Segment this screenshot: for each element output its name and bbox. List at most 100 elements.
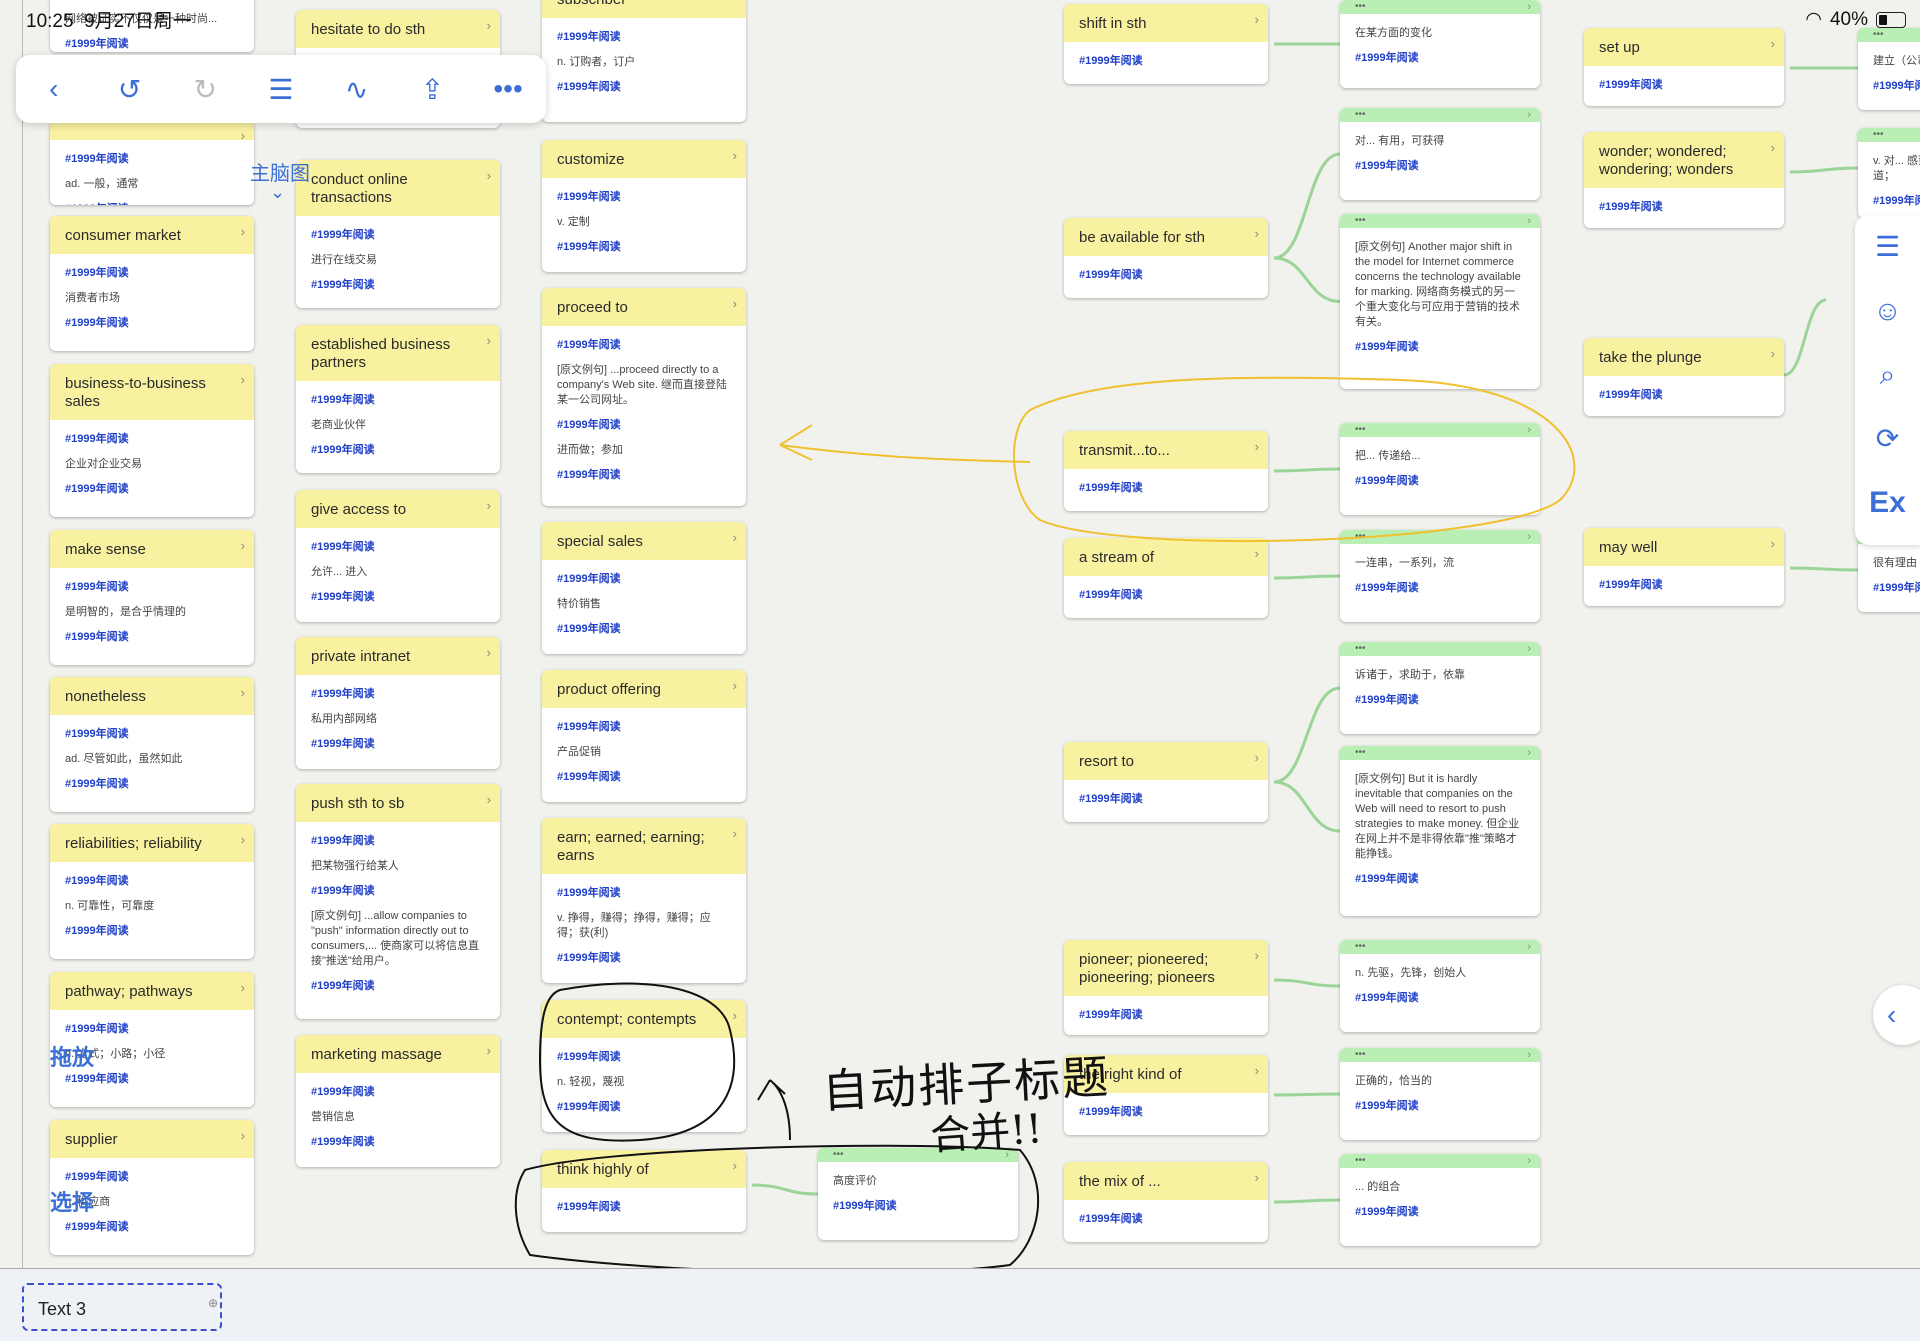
chevron-right-icon[interactable]: › [487, 17, 491, 35]
pen-icon[interactable]: ∿ [327, 73, 387, 106]
emoji-icon[interactable]: ☺ [1855, 279, 1920, 343]
more-icon[interactable]: ••• [478, 73, 538, 105]
chevron-right-icon[interactable]: › [241, 537, 245, 555]
chevron-right-icon[interactable]: › [1771, 139, 1775, 157]
chevron-right-icon[interactable]: › [487, 167, 491, 185]
chevron-right-icon[interactable]: › [487, 1042, 491, 1060]
mindmap-node[interactable]: set up › #1999年阅读 [1584, 28, 1784, 106]
mindmap-node[interactable]: be available for sth › #1999年阅读 [1064, 218, 1268, 298]
mindmap-node[interactable]: contempt; contempts › #1999年阅读 n. 轻视，蔑视 #199… [542, 1000, 746, 1132]
chevron-right-icon[interactable]: › [1527, 530, 1531, 544]
mindmap-node[interactable]: push sth to sb › #1999年阅读 把某物强行给某人 #1999年阅读[… [296, 784, 500, 1019]
chevron-right-icon[interactable]: › [487, 644, 491, 662]
chevron-right-icon[interactable]: › [733, 825, 737, 843]
chevron-right-icon[interactable]: › [733, 295, 737, 313]
mindmap-node[interactable]: product offering › #1999年阅读 产品促销 #1999年阅读 [542, 670, 746, 802]
mindmap-node[interactable]: private intranet › #1999年阅读 私用内部网络 #1999年阅读 [296, 637, 500, 769]
mindmap-node[interactable]: think highly of › #1999年阅读 [542, 1150, 746, 1232]
mindmap-node[interactable]: wonder; wondered; wondering; wonders › #19… [1584, 132, 1784, 228]
chevron-down-icon[interactable]: ⌄ [270, 182, 285, 203]
text-box[interactable]: Text 3 ⊕ [22, 1283, 222, 1331]
chevron-right-icon[interactable]: › [1771, 35, 1775, 53]
chevron-right-icon[interactable]: › [487, 332, 491, 350]
mindmap-node[interactable]: ••• › ... 的组合 #1999年阅读 [1340, 1154, 1540, 1246]
mindmap-node[interactable]: reliabilities; reliability › #1999年阅读 n. 可靠… [50, 824, 254, 959]
sync-icon[interactable]: ⟳ [1855, 407, 1920, 471]
chevron-right-icon[interactable]: › [241, 979, 245, 997]
mindmap-node[interactable]: ••• › 诉诸于，求助于，依靠 #1999年阅读 [1340, 642, 1540, 734]
mindmap-node[interactable]: established business partners › #1999年阅读 老商… [296, 325, 500, 473]
chevron-right-icon[interactable]: › [1255, 749, 1259, 767]
chevron-right-icon[interactable]: › [1255, 225, 1259, 243]
mindmap-canvas[interactable]: ›网络被证实不仅仅是一种时尚...#1999年阅读›#1999年阅读ad. 一般… [0, 0, 1920, 1340]
mindmap-node[interactable]: marketing massage › #1999年阅读 营销信息 #1999年阅读 [296, 1035, 500, 1167]
mindmap-node[interactable]: may well › #1999年阅读 [1584, 528, 1784, 606]
chevron-right-icon[interactable]: › [1527, 746, 1531, 760]
mindmap-node[interactable]: ••• › [原文例句] Another major shift in the mo… [1340, 214, 1540, 389]
mindmap-node[interactable]: ••• › 把... 传递给... #1999年阅读 [1340, 423, 1540, 515]
mindmap-node[interactable]: special sales › #1999年阅读 特价销售 #1999年阅读 [542, 522, 746, 654]
mindmap-node[interactable]: ••• › 正确的，恰当的 #1999年阅读 [1340, 1048, 1540, 1140]
mindmap-node[interactable]: consumer market › #1999年阅读 消费者市场 #1999年阅读 [50, 216, 254, 351]
chevron-right-icon[interactable]: › [241, 831, 245, 849]
mindmap-node[interactable]: •••›建立（公司#1999年阅读 [1858, 28, 1920, 110]
chevron-right-icon[interactable]: › [1527, 108, 1531, 122]
chevron-right-icon[interactable]: › [241, 684, 245, 702]
mindmap-node[interactable]: ••• › 在某方面的变化 #1999年阅读 [1340, 0, 1540, 88]
chevron-right-icon[interactable]: › [241, 1127, 245, 1145]
chevron-right-icon[interactable]: › [1255, 11, 1259, 29]
mindmap-node[interactable]: ••• › [原文例句] But it is hardly inevitable t… [1340, 746, 1540, 916]
mindmap-node[interactable]: nonetheless › #1999年阅读 ad. 尽管如此，虽然如此 #1999年阅… [50, 677, 254, 812]
mindmap-node[interactable]: a stream of › #1999年阅读 [1064, 538, 1268, 618]
mindmap-node[interactable]: the mix of ... › #1999年阅读 [1064, 1162, 1268, 1242]
chevron-right-icon[interactable]: › [1771, 535, 1775, 553]
list-icon[interactable]: ☰ [251, 73, 311, 106]
chevron-right-icon[interactable]: › [241, 223, 245, 241]
chevron-right-icon[interactable]: › [733, 0, 737, 5]
mindmap-node[interactable]: shift in sth › #1999年阅读 [1064, 4, 1268, 84]
select-mode-label[interactable]: 选择 [50, 1185, 94, 1217]
undo-icon[interactable]: ↺ [100, 73, 160, 106]
chevron-right-icon[interactable]: › [1255, 947, 1259, 965]
search-icon[interactable]: ⌕ [1855, 343, 1920, 407]
mindmap-node[interactable]: subscriber › #1999年阅读 n. 订购者，订户 #1999年阅读 [542, 0, 746, 122]
mindmap-node[interactable]: give access to › #1999年阅读 允许... 进入 #1999年阅读 [296, 490, 500, 622]
back-icon[interactable]: ‹ [24, 73, 84, 105]
mindmap-node[interactable]: customize › #1999年阅读 v. 定制 #1999年阅读 [542, 140, 746, 272]
chevron-right-icon[interactable]: › [1255, 1062, 1259, 1080]
chevron-right-icon[interactable]: › [1527, 214, 1531, 228]
mindmap-node[interactable]: pioneer; pioneered; pioneering; pioneers… [1064, 940, 1268, 1035]
chevron-right-icon[interactable]: › [1527, 423, 1531, 437]
chevron-right-icon[interactable]: › [1527, 1048, 1531, 1062]
chevron-right-icon[interactable]: › [1255, 438, 1259, 456]
mindmap-node[interactable]: ••• › 一连串，一系列，流 #1999年阅读 [1340, 530, 1540, 622]
mindmap-node[interactable]: ••• › n. 先驱，先锋，创始人 #1999年阅读 [1340, 940, 1540, 1032]
drag-mode-label[interactable]: 拖放 [50, 1040, 94, 1072]
mindmap-node[interactable]: •••› v. 对... 感到 想知道； #1999年阅读 [1858, 128, 1920, 218]
chevron-right-icon[interactable]: › [1527, 0, 1531, 14]
mindmap-node[interactable]: conduct online transactions › #1999年阅读 进行在线… [296, 160, 500, 308]
mindmap-node[interactable]: transmit...to... › #1999年阅读 [1064, 431, 1268, 511]
mindmap-node[interactable]: make sense › #1999年阅读 是明智的，是合乎情理的 #1999年阅读 [50, 530, 254, 665]
mindmap-node[interactable]: take the plunge › #1999年阅读 [1584, 338, 1784, 416]
chevron-right-icon[interactable]: › [241, 371, 245, 389]
chevron-right-icon[interactable]: › [1771, 345, 1775, 363]
chevron-right-icon[interactable]: › [1255, 1169, 1259, 1187]
resize-handle-icon[interactable]: ⊕ [208, 1279, 218, 1327]
chevron-right-icon[interactable]: › [733, 1157, 737, 1175]
chevron-right-icon[interactable]: › [733, 147, 737, 165]
mindmap-node[interactable]: › #1999年阅读 ad. 一般，通常 #1999年阅读 [50, 120, 254, 205]
chevron-right-icon[interactable]: › [1255, 545, 1259, 563]
mindmap-node[interactable]: ••• › 对... 有用，可获得 #1999年阅读 [1340, 108, 1540, 200]
share-icon[interactable]: ⇪ [402, 73, 462, 106]
chevron-right-icon[interactable]: › [487, 497, 491, 515]
chevron-right-icon[interactable]: › [733, 529, 737, 547]
chevron-right-icon[interactable]: › [733, 1007, 737, 1025]
chevron-right-icon[interactable]: › [487, 791, 491, 809]
mindmap-node[interactable]: proceed to › #1999年阅读 [原文例句] ...proceed dir… [542, 288, 746, 506]
chevron-right-icon[interactable]: › [241, 127, 245, 145]
chevron-right-icon[interactable]: › [733, 677, 737, 695]
ex-icon[interactable]: Ex [1855, 471, 1920, 535]
chevron-right-icon[interactable]: › [241, 0, 245, 5]
redo-icon[interactable]: ↻ [175, 73, 235, 106]
